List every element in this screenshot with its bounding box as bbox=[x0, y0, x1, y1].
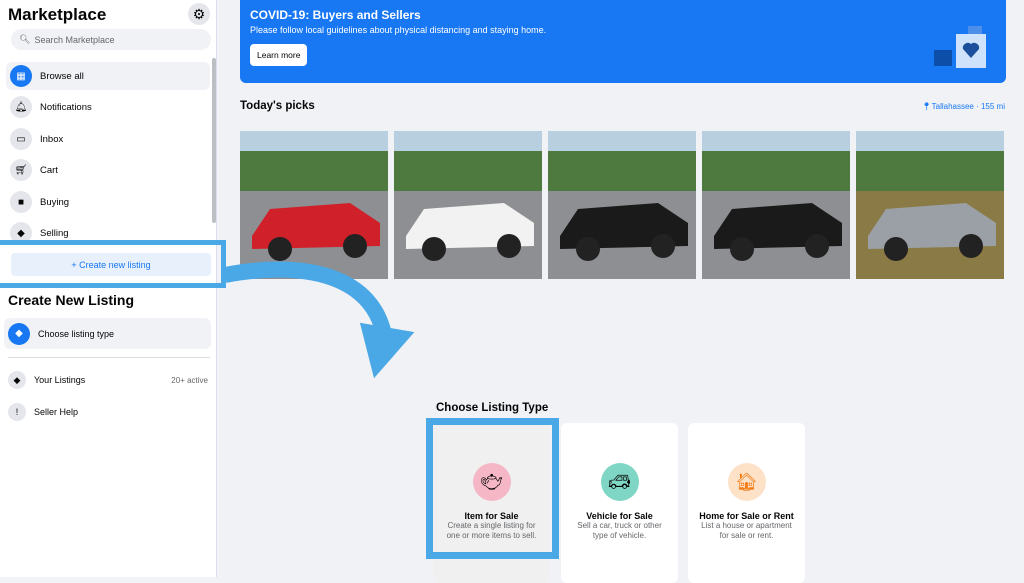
card-highlight-box bbox=[426, 418, 559, 559]
search-icon: 🔍︎ bbox=[19, 34, 31, 44]
location-pin-icon: 📍︎ bbox=[921, 102, 932, 111]
covid-banner: COVID-19: Buyers and Sellers Please foll… bbox=[240, 0, 1006, 83]
bag-icon: ■ bbox=[10, 191, 32, 213]
listing-photo[interactable] bbox=[394, 131, 542, 279]
highlight-box bbox=[0, 240, 226, 288]
tag-icon: ◆ bbox=[8, 322, 30, 345]
choose-listing-type-item[interactable]: ◆ Choose listing type bbox=[4, 318, 211, 349]
sidebar-item-label: Inbox bbox=[40, 133, 64, 145]
car-photo bbox=[702, 131, 850, 279]
cart-icon: 🛒︎ bbox=[10, 159, 32, 181]
pointer-arrow bbox=[223, 261, 415, 379]
location-link[interactable]: 📍︎Tallahassee · 155 mi bbox=[921, 102, 1005, 111]
inbox-icon: ▭ bbox=[10, 128, 32, 150]
scrollbar[interactable] bbox=[212, 58, 216, 223]
heart-box-icon bbox=[934, 26, 986, 68]
sidebar-item-label: Notifications bbox=[40, 101, 92, 113]
banner-text: Please follow local guidelines about phy… bbox=[250, 25, 547, 35]
create-listing-heading: Create New Listing bbox=[8, 292, 135, 308]
sidebar-item-notifications[interactable]: 🔔︎ Notifications bbox=[6, 93, 210, 121]
card-desc: List a house or apartment for sale or re… bbox=[701, 521, 792, 540]
sidebar-item-inbox[interactable]: ▭ Inbox bbox=[6, 125, 210, 153]
sidebar-item-buying[interactable]: ■ Buying bbox=[6, 188, 210, 216]
listings-count: 20+ active bbox=[171, 375, 208, 385]
your-listings-label: Your Listings bbox=[34, 375, 86, 385]
card-title: Home for Sale or Rent bbox=[699, 511, 794, 521]
sidebar-item-browse-all[interactable]: ▦ Browse all bbox=[6, 62, 210, 90]
house-icon: 🏠︎ bbox=[727, 463, 766, 501]
car-photo bbox=[856, 131, 1004, 279]
bell-icon: 🔔︎ bbox=[10, 96, 32, 118]
sidebar-item-label: Cart bbox=[40, 164, 58, 176]
todays-picks-heading: Today's picks bbox=[240, 100, 315, 112]
page-title: Marketplace bbox=[8, 5, 107, 24]
seller-help-item[interactable]: ! Seller Help bbox=[8, 403, 208, 421]
seller-help-label: Seller Help bbox=[34, 407, 79, 417]
car-icon: 🚙︎ bbox=[600, 463, 639, 501]
your-listings-item[interactable]: ◆ Your Listings 20+ active bbox=[8, 371, 208, 389]
learn-more-button[interactable]: Learn more bbox=[250, 44, 308, 66]
home-for-sale-card[interactable]: 🏠︎ Home for Sale or Rent List a house or a… bbox=[688, 423, 805, 583]
choose-listing-type-heading: Choose Listing Type bbox=[436, 402, 549, 414]
car-photo bbox=[548, 131, 696, 279]
card-desc: Sell a car, truck or other type of vehic… bbox=[577, 521, 662, 540]
storefront-icon: ▦ bbox=[10, 65, 32, 87]
listing-photo[interactable] bbox=[548, 131, 696, 279]
car-photo bbox=[394, 131, 542, 279]
vehicle-for-sale-card[interactable]: 🚙︎ Vehicle for Sale Sell a car, truck or o… bbox=[561, 423, 678, 583]
location-text: Tallahassee · 155 mi bbox=[931, 102, 1005, 111]
sidebar-item-label: Selling bbox=[40, 227, 69, 239]
listing-photo[interactable] bbox=[702, 131, 850, 279]
gear-icon[interactable]: ⚙ bbox=[188, 3, 210, 25]
sidebar-item-label: Buying bbox=[40, 196, 70, 208]
card-title: Vehicle for Sale bbox=[586, 511, 653, 521]
search-input[interactable]: 🔍︎ Search Marketplace bbox=[11, 29, 211, 50]
sidebar: Marketplace ⚙ 🔍︎ Search Marketplace ▦ Brow… bbox=[0, 0, 217, 577]
search-placeholder: Search Marketplace bbox=[34, 34, 115, 45]
choose-listing-type-label: Choose listing type bbox=[38, 328, 115, 339]
banner-title: COVID-19: Buyers and Sellers bbox=[250, 8, 421, 22]
sidebar-item-cart[interactable]: 🛒︎ Cart bbox=[6, 156, 210, 184]
divider bbox=[8, 357, 210, 358]
listing-photo[interactable] bbox=[856, 131, 1004, 279]
sidebar-item-label: Browse all bbox=[40, 70, 84, 82]
tag-icon: ◆ bbox=[8, 371, 26, 389]
help-icon: ! bbox=[8, 403, 26, 421]
